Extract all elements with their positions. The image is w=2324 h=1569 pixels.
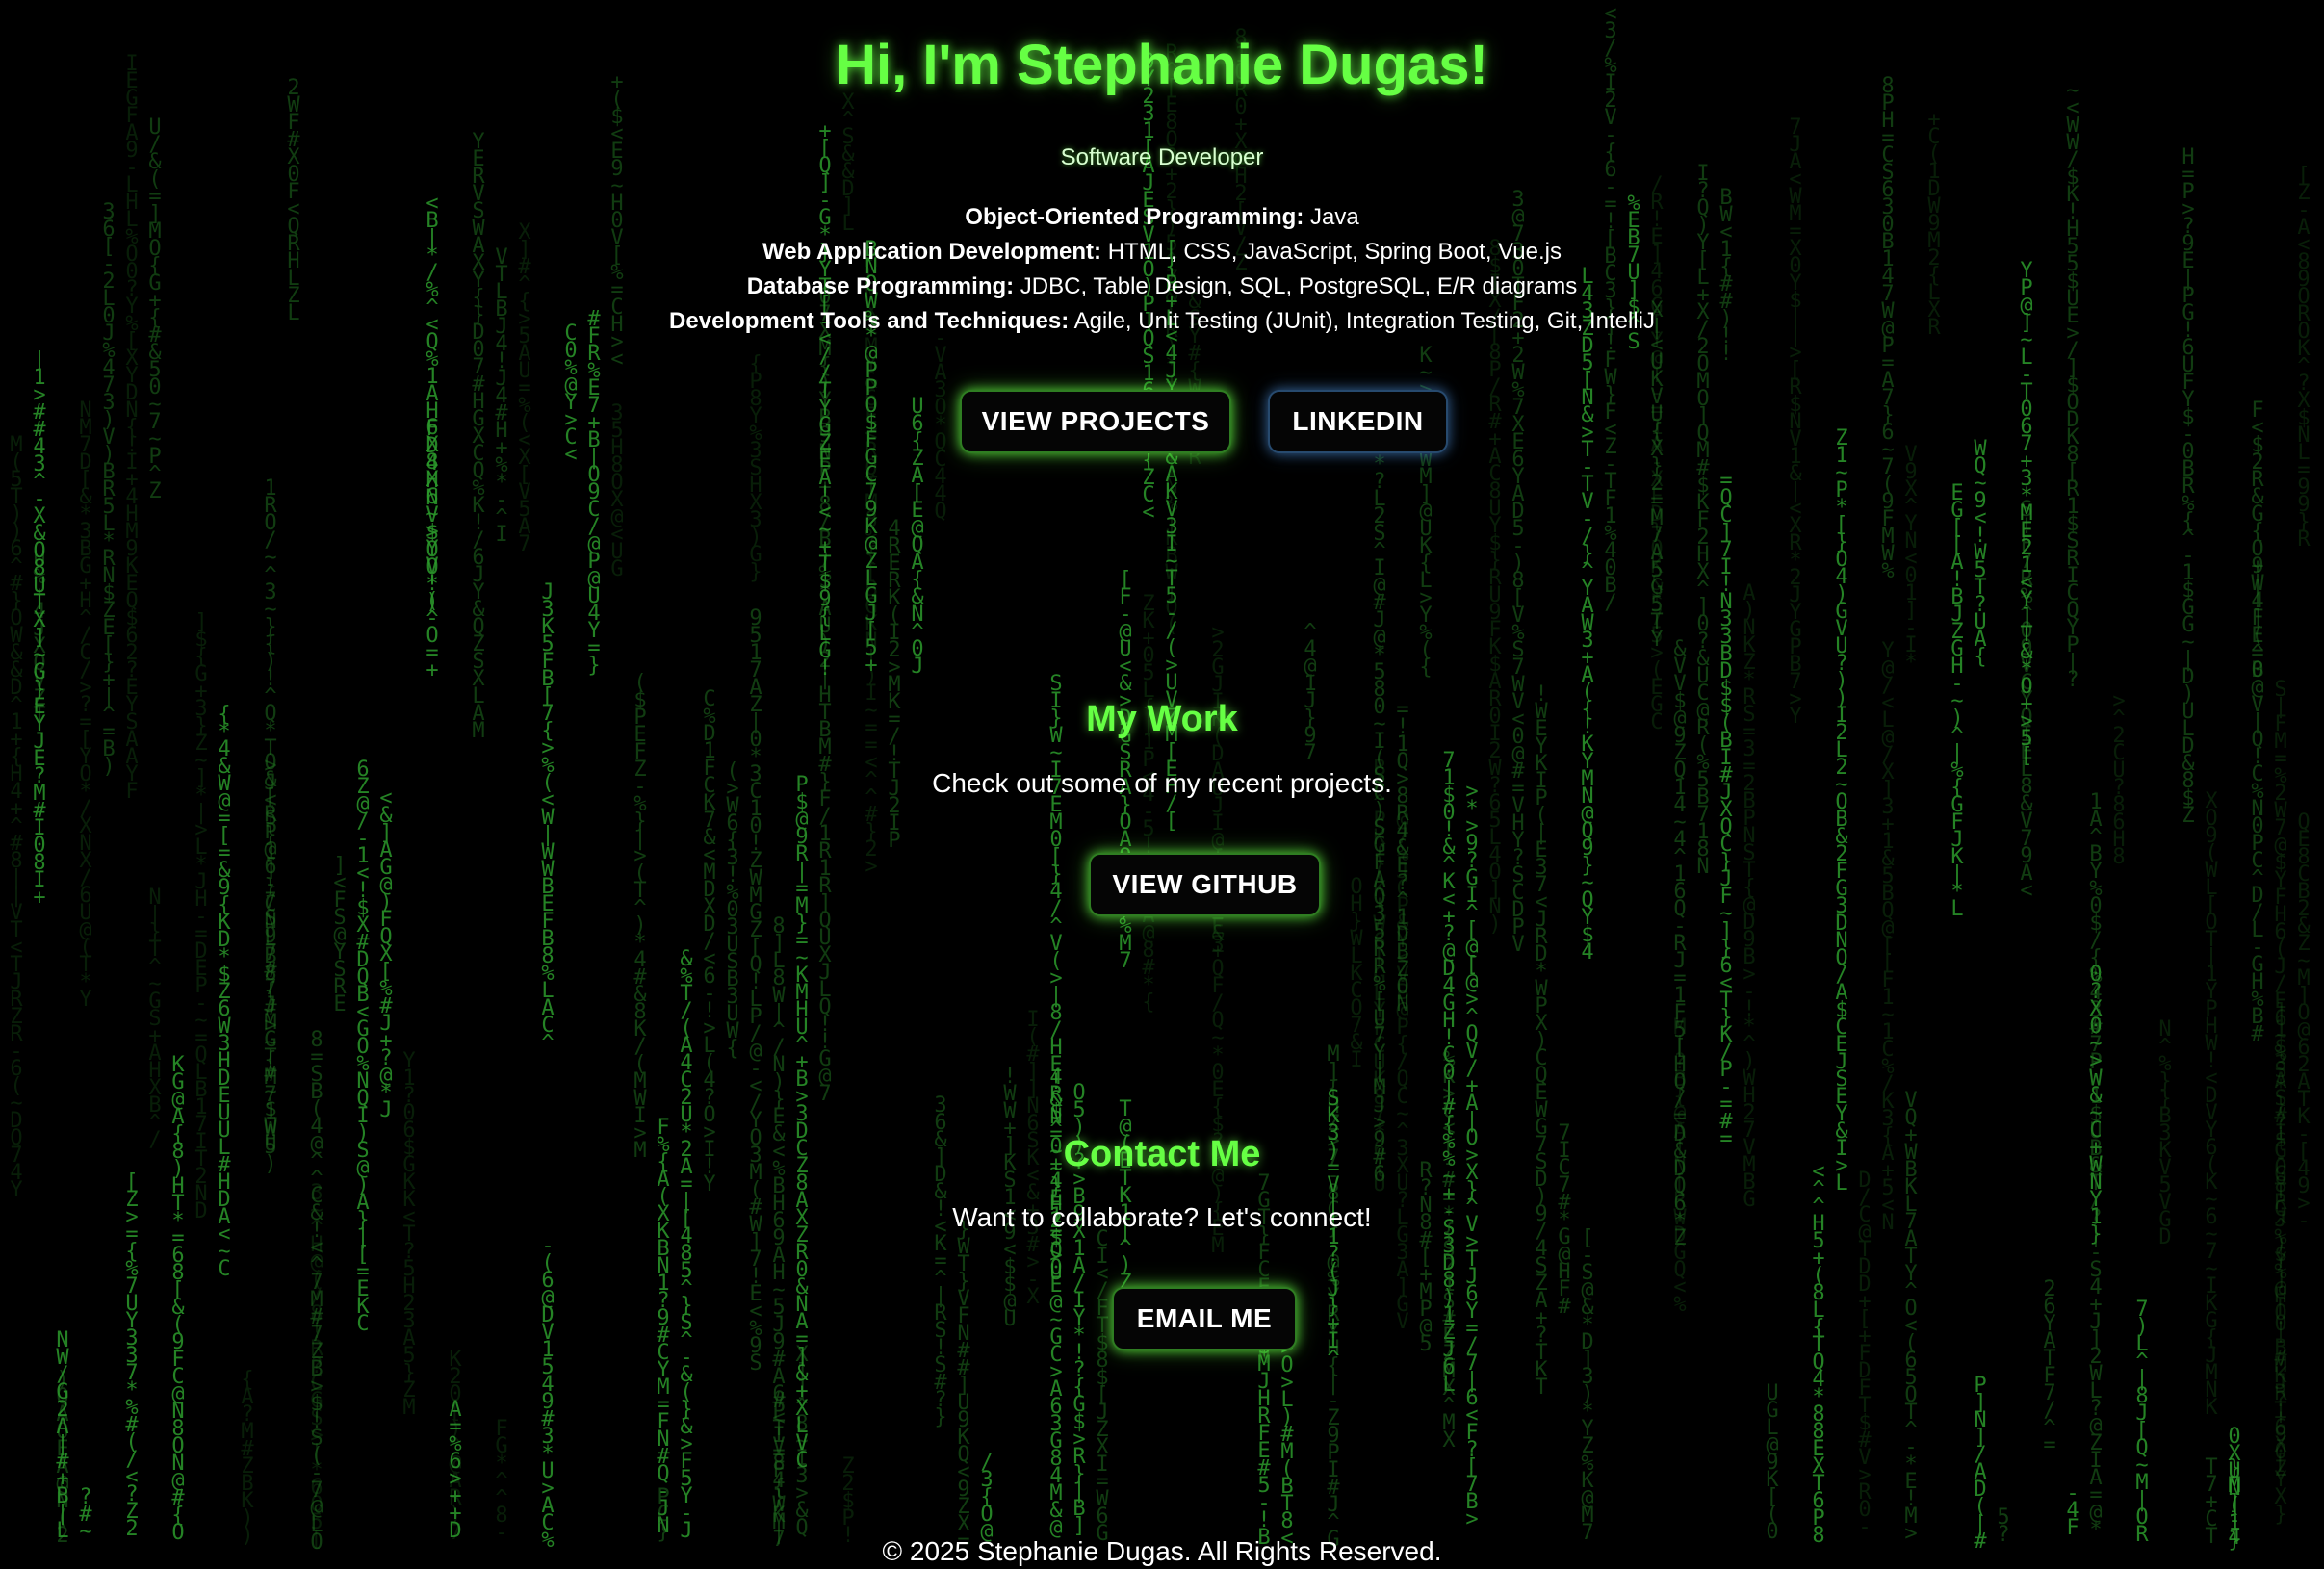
skill-item: Object-Oriented Programming: Java xyxy=(0,200,2324,235)
skill-label: Development Tools and Techniques: xyxy=(669,308,1070,334)
skill-item: Web Application Development: HTML, CSS, … xyxy=(0,235,2324,270)
my-work-text: Check out some of my recent projects. xyxy=(932,768,1392,798)
footer-copyright: © 2025 Stephanie Dugas. All Rights Reser… xyxy=(882,1536,1442,1566)
skill-label: Database Programming: xyxy=(746,273,1015,299)
view-projects-button[interactable]: VIEW PROJECTS xyxy=(960,390,1231,453)
portfolio-page: Hi, I'm Stephanie Dugas! Software Develo… xyxy=(0,0,2324,1569)
skill-value: Agile, Unit Testing (JUnit), Integration… xyxy=(1069,308,1655,334)
skill-label: Web Application Development: xyxy=(762,239,1102,265)
hero-subtitle: Software Developer xyxy=(1060,144,1264,170)
email-me-button[interactable]: EMAIL ME xyxy=(1112,1287,1297,1350)
contact-text: Want to collaborate? Let's connect! xyxy=(952,1202,1372,1232)
contact-heading: Contact Me xyxy=(1063,1134,1261,1174)
skill-value: Java xyxy=(1304,204,1359,230)
skill-item: Database Programming: JDBC, Table Design… xyxy=(0,270,2324,304)
linkedin-button[interactable]: LINKEDIN xyxy=(1268,390,1448,453)
skill-value: HTML, CSS, JavaScript, Spring Boot, Vue.… xyxy=(1101,239,1562,265)
my-work-heading: My Work xyxy=(1086,699,1238,739)
hero-title: Hi, I'm Stephanie Dugas! xyxy=(836,34,1488,96)
skill-item: Development Tools and Techniques: Agile,… xyxy=(0,304,2324,339)
skill-value: JDBC, Table Design, SQL, PostgreSQL, E/R… xyxy=(1014,273,1578,299)
skills-list: Object-Oriented Programming: Java Web Ap… xyxy=(0,200,2324,339)
skill-label: Object-Oriented Programming: xyxy=(965,204,1304,230)
view-github-button[interactable]: VIEW GITHUB xyxy=(1089,853,1321,916)
